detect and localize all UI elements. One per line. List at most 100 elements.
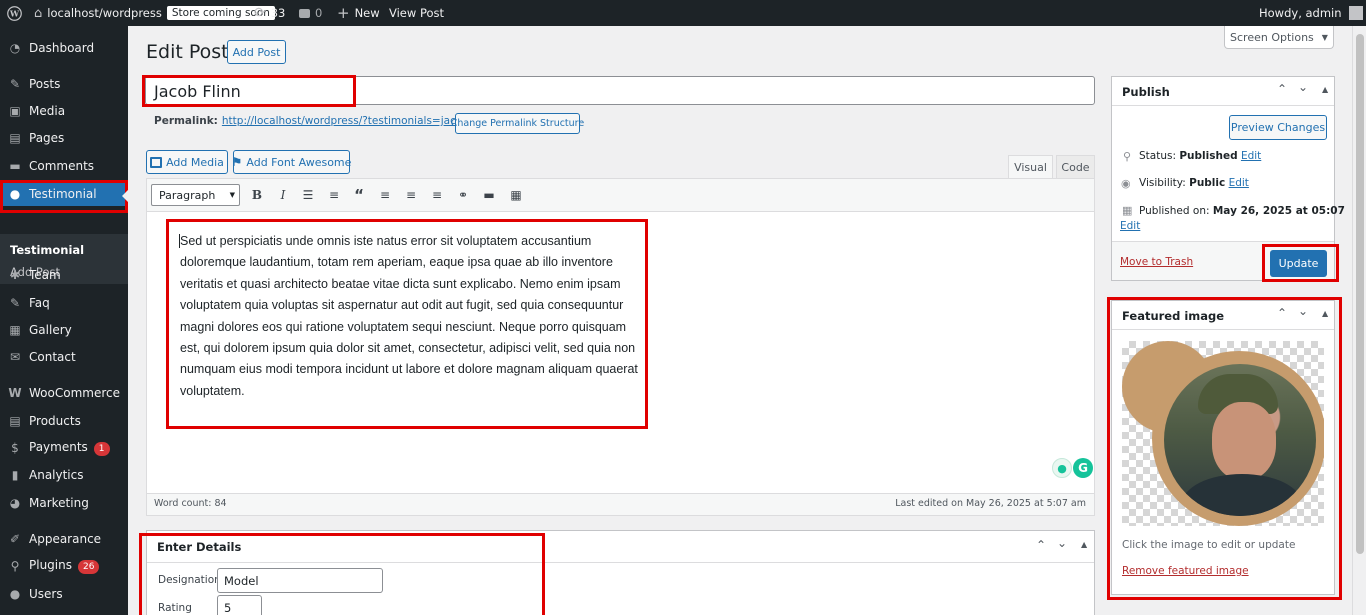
tab-code[interactable]: Code xyxy=(1056,155,1095,178)
add-font-awesome-button[interactable]: ⚑ Add Font Awesome xyxy=(231,150,351,174)
avatar xyxy=(1348,6,1363,20)
designation-input[interactable] xyxy=(217,568,383,593)
post-content[interactable]: Sed ut perspiciatis unde omnis iste natu… xyxy=(180,231,638,402)
lightbulb-icon[interactable]: ● xyxy=(1052,458,1072,478)
scrollbar[interactable] xyxy=(1352,26,1366,615)
menu-analytics[interactable]: ▮ Analytics xyxy=(0,463,128,487)
submenu-testimonial[interactable]: Testimonial xyxy=(10,243,84,257)
site-name-link[interactable]: ⌂ localhost/wordpress Store coming soon xyxy=(34,0,275,26)
paintbrush-icon: ✐ xyxy=(9,532,21,546)
menu-team[interactable]: ✱ Team xyxy=(0,263,128,287)
current-menu-arrow xyxy=(122,190,128,202)
edit-date-link[interactable]: Edit xyxy=(1120,220,1140,232)
menu-marketing[interactable]: ◕ Marketing xyxy=(0,491,128,515)
gallery-icon: ▦ xyxy=(9,323,21,337)
new-content-link[interactable]: + New xyxy=(337,0,380,26)
flag-icon: ⚑ xyxy=(231,155,243,169)
editor-status-bar: Word count: 84 Last edited on May 26, 20… xyxy=(147,493,1094,515)
grammarly-icon[interactable]: G xyxy=(1073,458,1093,478)
edit-status-link[interactable]: Edit xyxy=(1241,150,1261,162)
admin-bar: W ⌂ localhost/wordpress Store coming soo… xyxy=(0,0,1366,26)
italic-icon[interactable]: I xyxy=(275,187,291,203)
preview-changes-button[interactable]: Preview Changes xyxy=(1229,115,1327,140)
my-account-link[interactable]: Howdy, admin xyxy=(1259,0,1363,26)
publish-title: Publish xyxy=(1122,85,1170,99)
remove-featured-image-link[interactable]: Remove featured image xyxy=(1122,565,1249,577)
chevron-down-icon[interactable]: ⌄ xyxy=(1298,304,1308,318)
page-title: Edit Post xyxy=(146,41,229,63)
align-center-icon[interactable]: ≡ xyxy=(403,187,419,203)
refresh-icon: ⟳ xyxy=(254,5,266,21)
bold-icon[interactable]: B xyxy=(249,187,265,203)
eye-icon: ◉ xyxy=(1121,177,1131,190)
link-icon[interactable]: ⚭ xyxy=(455,187,471,203)
align-left-icon[interactable]: ≡ xyxy=(377,187,393,203)
chevron-down-icon[interactable]: ⌄ xyxy=(1298,80,1308,94)
menu-payments[interactable]: $ Payments 1 xyxy=(0,436,128,460)
toggle-panel-icon[interactable]: ▲ xyxy=(1322,85,1328,94)
menu-woocommerce[interactable]: W WooCommerce xyxy=(0,381,128,405)
updates-link[interactable]: ⟳ 33 xyxy=(254,0,285,26)
menu-faq[interactable]: ✎ Faq xyxy=(0,291,128,315)
toggle-panel-icon[interactable]: ▲ xyxy=(1322,309,1328,318)
toolbar-toggle-icon[interactable]: ▦ xyxy=(508,187,524,203)
update-button[interactable]: Update xyxy=(1270,250,1327,277)
woocommerce-icon: W xyxy=(8,386,22,400)
menu-posts[interactable]: ✎ Posts xyxy=(0,72,128,96)
menu-testimonial[interactable]: ● Testimonial xyxy=(0,182,128,206)
edit-visibility-link[interactable]: Edit xyxy=(1229,177,1249,189)
featured-image-hint: Click the image to edit or update xyxy=(1122,539,1296,551)
pages-icon: ▤ xyxy=(9,131,21,145)
menu-products[interactable]: ▤ Products xyxy=(0,409,128,433)
comments-icon: ▬ xyxy=(9,159,21,173)
chevron-up-icon[interactable]: ⌃ xyxy=(1277,82,1287,96)
comments-link[interactable]: 0 xyxy=(299,0,322,26)
payments-count-badge: 1 xyxy=(93,442,110,456)
menu-pages[interactable]: ▤ Pages xyxy=(0,126,128,150)
toggle-panel-icon[interactable]: ▲ xyxy=(1081,540,1087,549)
rating-input[interactable] xyxy=(217,595,262,615)
read-more-icon[interactable]: ▬ xyxy=(481,187,497,203)
post-title-input[interactable]: Jacob Flinn xyxy=(145,76,1095,105)
menu-plugins[interactable]: ⚲ Plugins 26 xyxy=(0,554,128,578)
media-icon xyxy=(150,156,163,168)
menu-appearance[interactable]: ✐ Appearance xyxy=(0,527,128,551)
wordpress-logo-icon[interactable]: W xyxy=(7,0,22,26)
chevron-up-icon[interactable]: ⌃ xyxy=(1277,306,1287,320)
admin-sidebar: ◔ Dashboard ✎ Posts ▣ Media ▤ Pages ▬ Comment… xyxy=(0,26,128,615)
featured-image-title: Featured image xyxy=(1122,309,1225,323)
menu-dashboard[interactable]: ◔ Dashboard xyxy=(0,36,128,60)
screen-options-button[interactable]: Screen Options ▼ xyxy=(1224,26,1334,49)
featured-image-panel: Featured image ⌃ ⌄ ▲ Click the image to … xyxy=(1111,300,1335,595)
format-select[interactable]: Paragraph ▼ xyxy=(151,184,240,206)
add-media-button[interactable]: Add Media xyxy=(146,150,228,174)
scrollbar-thumb[interactable] xyxy=(1356,34,1364,554)
menu-gallery[interactable]: ▦ Gallery xyxy=(0,318,128,342)
team-icon: ✱ xyxy=(9,268,21,282)
blockquote-icon[interactable]: “ xyxy=(351,186,367,204)
featured-image-thumbnail[interactable] xyxy=(1122,341,1324,526)
status-row: Status: Published Edit xyxy=(1139,150,1262,162)
menu-users[interactable]: ● Users xyxy=(0,582,128,606)
numbered-list-icon[interactable]: ≡ xyxy=(326,187,342,203)
menu-contact[interactable]: ✉ Contact xyxy=(0,345,128,369)
published-on-row: Published on: May 26, 2025 at 05:07 xyxy=(1139,205,1345,217)
pushpin-icon: ✎ xyxy=(9,77,21,91)
menu-media[interactable]: ▣ Media xyxy=(0,99,128,123)
users-icon: ● xyxy=(9,587,21,601)
add-post-button[interactable]: Add Post xyxy=(227,40,286,64)
chevron-up-icon[interactable]: ⌃ xyxy=(1036,538,1046,552)
plugin-icon: ⚲ xyxy=(10,559,20,573)
change-permalink-button[interactable]: Change Permalink Structure xyxy=(451,113,584,134)
move-to-trash-link[interactable]: Move to Trash xyxy=(1120,256,1193,268)
edit-page-icon: ✎ xyxy=(9,296,21,310)
shirt-shape xyxy=(1182,474,1302,516)
menu-comments[interactable]: ▬ Comments xyxy=(0,154,128,178)
bulleted-list-icon[interactable]: ☰ xyxy=(300,187,316,203)
portrait-photo xyxy=(1164,364,1316,516)
comment-bubble-icon xyxy=(299,8,310,18)
view-post-link[interactable]: View Post xyxy=(389,0,444,26)
chevron-down-icon[interactable]: ⌄ xyxy=(1057,536,1067,550)
tab-visual[interactable]: Visual xyxy=(1008,155,1053,178)
align-right-icon[interactable]: ≡ xyxy=(429,187,445,203)
